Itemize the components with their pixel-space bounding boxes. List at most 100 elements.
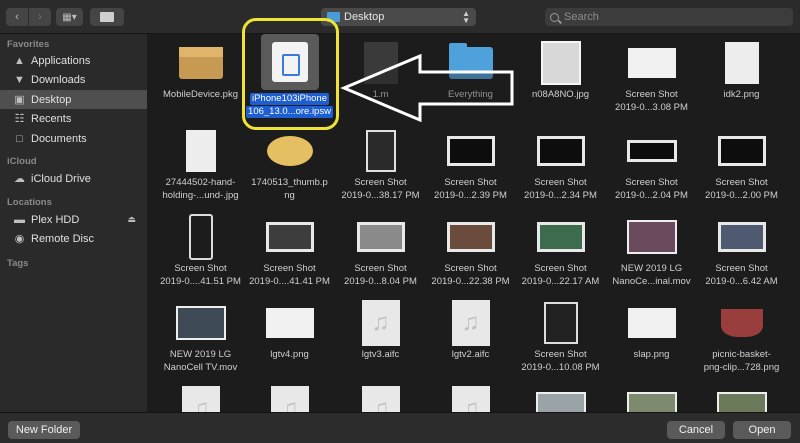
- file-name: n08A8NO.jpg: [531, 89, 590, 100]
- file-name: lgtv2.aifc: [451, 349, 490, 360]
- cloud-icon: ☁: [14, 173, 25, 185]
- tags-header: Tags: [7, 258, 29, 269]
- recents-icon: ☷: [14, 113, 25, 125]
- search-field[interactable]: Search: [545, 8, 793, 26]
- eject-icon[interactable]: ⏏: [127, 214, 136, 225]
- sidebar-item-recents[interactable]: ☷ Recents: [0, 109, 147, 128]
- audio-file-icon: ♫: [181, 386, 220, 412]
- file-name-line2: 2019-0...22.17 AM: [521, 276, 600, 287]
- file-item[interactable]: MobileDevice.pkg: [155, 40, 246, 101]
- file-item[interactable]: ♫: [155, 386, 246, 412]
- favorites-header: Favorites: [7, 39, 50, 50]
- file-item[interactable]: ♫ lgtv2.aifc: [425, 300, 516, 361]
- file-item[interactable]: [515, 386, 606, 412]
- sidebar-item-desktop[interactable]: ▣ Desktop: [0, 90, 147, 109]
- open-button[interactable]: Open: [733, 421, 791, 439]
- sidebar-item-applications[interactable]: ▲ Applications: [0, 51, 147, 70]
- file-name-line2: 2019-0...2.34 PM: [524, 190, 597, 201]
- file-item[interactable]: idk2.png: [696, 40, 787, 101]
- file-item[interactable]: Screen Shot 2019-0...2.34 PM: [515, 128, 606, 202]
- forward-button[interactable]: ›: [29, 8, 51, 26]
- file-item[interactable]: Screen Shot 2019-0...38.17 PM: [335, 128, 426, 202]
- desktop-icon: ▣: [14, 94, 25, 106]
- file-item[interactable]: [696, 386, 787, 412]
- audio-file-icon: ♫: [361, 300, 400, 346]
- folder-icon: [100, 12, 114, 22]
- file-item[interactable]: 27444502-hand- holding-...und-.jpg: [155, 128, 246, 202]
- file-name: Screen Shot: [715, 263, 768, 274]
- arrow-annotation: [340, 53, 514, 123]
- file-name: Screen Shot: [534, 349, 587, 360]
- file-item[interactable]: 1740513_thumb.p ng: [244, 128, 335, 202]
- toolbar: ‹ › ▦▾ Desktop ▲ ▼ Search: [0, 0, 800, 34]
- file-item[interactable]: Screen Shot 2019-0...22.38 PM: [425, 214, 516, 288]
- icloud-header: iCloud: [7, 156, 37, 167]
- location-popup[interactable]: Desktop ▲ ▼: [321, 8, 476, 26]
- screenshot-thumbnail: [365, 130, 396, 172]
- sidebar-item-label: Plex HDD: [31, 213, 80, 226]
- file-item[interactable]: slap.png: [606, 300, 697, 361]
- file-item[interactable]: Screen Shot 2019-0....41.51 PM: [155, 214, 246, 288]
- image-thumbnail: [265, 308, 314, 338]
- search-icon: [550, 12, 559, 22]
- file-item[interactable]: NEW 2019 LG NanoCe...inal.mov: [606, 214, 697, 288]
- sidebar-item-label: Remote Disc: [31, 232, 94, 245]
- image-thumbnail: [724, 42, 759, 84]
- file-name-line2: 2019-0...38.17 PM: [341, 190, 420, 201]
- sidebar-item-label: Downloads: [31, 73, 86, 86]
- new-folder-toolbar-button[interactable]: [90, 8, 124, 26]
- file-item[interactable]: lgtv4.png: [244, 300, 335, 361]
- file-item[interactable]: Screen Shot 2019-0...6.42 AM: [696, 214, 787, 288]
- screenshot-thumbnail: [188, 214, 213, 260]
- cancel-button[interactable]: Cancel: [667, 421, 725, 439]
- file-item[interactable]: ♫: [335, 386, 426, 412]
- file-item[interactable]: Screen Shot 2019-0...2.39 PM: [425, 128, 516, 202]
- file-name-line2: 2019-0...3.08 PM: [615, 102, 688, 113]
- file-name: Screen Shot: [715, 177, 768, 188]
- new-folder-button[interactable]: New Folder: [8, 421, 80, 439]
- file-item[interactable]: Screen Shot 2019-0...8.04 PM: [335, 214, 426, 288]
- file-item[interactable]: ♫: [425, 386, 516, 412]
- file-item[interactable]: picnic-basket- png-clip...728.png: [696, 300, 787, 374]
- file-item[interactable]: [606, 386, 697, 412]
- file-name-line2: 2019-0....41.41 PM: [249, 276, 330, 287]
- screenshot-thumbnail: [446, 222, 495, 252]
- sidebar-item-plex-hdd[interactable]: ▬ Plex HDD ⏏: [0, 210, 147, 229]
- file-item[interactable]: ♫: [244, 386, 335, 412]
- file-name: picnic-basket-: [712, 349, 771, 360]
- sidebar-item-remote-disc[interactable]: ◉ Remote Disc: [0, 229, 147, 248]
- file-name: 27444502-hand-: [165, 177, 236, 188]
- file-item[interactable]: ♫ lgtv3.aifc: [335, 300, 426, 361]
- file-item[interactable]: Screen Shot 2019-0...3.08 PM: [606, 40, 697, 114]
- file-name-line2: 2019-0...10.08 PM: [521, 362, 600, 373]
- file-name: 1740513_thumb.p: [251, 177, 328, 188]
- file-item[interactable]: Screen Shot 2019-0...2.00 PM: [696, 128, 787, 202]
- file-item[interactable]: Screen Shot 2019-0...2.04 PM: [606, 128, 697, 202]
- file-name: Screen Shot: [534, 177, 587, 188]
- file-name-line2: 2019-0...6.42 AM: [705, 276, 778, 287]
- view-options-button[interactable]: ▦▾: [56, 8, 83, 26]
- bottom-bar: New Folder Cancel Open: [0, 412, 800, 443]
- image-thumbnail: [627, 308, 676, 338]
- file-name: slap.png: [633, 349, 670, 360]
- sidebar-item-downloads[interactable]: ▼ Downloads: [0, 70, 147, 89]
- file-name: Screen Shot: [174, 263, 227, 274]
- grid-view-icon: ▦▾: [62, 11, 77, 23]
- video-thumbnail: [175, 306, 226, 340]
- file-item[interactable]: Screen Shot 2019-0...10.08 PM: [515, 300, 606, 374]
- file-item[interactable]: Screen Shot 2019-0...22.17 AM: [515, 214, 606, 288]
- file-item[interactable]: n08A8NO.jpg: [515, 40, 606, 101]
- file-name: Screen Shot: [263, 263, 316, 274]
- file-name: MobileDevice.pkg: [163, 89, 238, 100]
- back-button[interactable]: ‹: [6, 8, 28, 26]
- sidebar-item-icloud-drive[interactable]: ☁ iCloud Drive: [0, 169, 147, 188]
- audio-file-icon: ♫: [270, 386, 309, 412]
- file-item[interactable]: Screen Shot 2019-0....41.41 PM: [244, 214, 335, 288]
- image-thumbnail: [720, 309, 763, 337]
- chevron-right-icon: ›: [38, 11, 42, 23]
- file-name-line2: 2019-0...2.00 PM: [705, 190, 778, 201]
- sidebar-item-documents[interactable]: □ Documents: [0, 129, 147, 148]
- updown-arrows-icon: ▲ ▼: [462, 9, 470, 25]
- file-item[interactable]: NEW 2019 LG NanoCell TV.mov: [155, 300, 246, 374]
- file-name: Screen Shot: [354, 263, 407, 274]
